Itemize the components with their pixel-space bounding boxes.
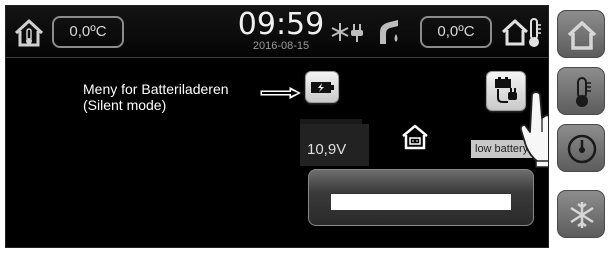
sidebar-item-home[interactable] — [557, 10, 605, 58]
battery-charging-icon — [311, 82, 334, 93]
sidebar-item-cooling[interactable] — [557, 190, 605, 238]
sidebar-item-temperature[interactable] — [557, 67, 605, 115]
battery-voltage: 10,9V — [300, 124, 369, 166]
annotation-arrow-icon — [259, 85, 304, 105]
home-icon — [567, 21, 597, 50]
right-sidebar — [552, 0, 611, 253]
screen-frame: 0,0ºC 09:59 2016-08-15 0,0ºC Meny for Ba… — [5, 5, 549, 248]
outdoor-temperature-display[interactable]: 0,0ºC — [420, 16, 492, 48]
date: 2016-08-15 — [252, 40, 310, 52]
outdoor-temperature-icon[interactable] — [500, 15, 544, 49]
annotation-label: Meny for Batteriladeren (Silent mode) — [83, 81, 229, 113]
clock: 09:59 — [237, 7, 325, 42]
thermometer-icon — [576, 77, 591, 107]
sidebar-item-gauge[interactable] — [557, 124, 605, 172]
water-tap-icon — [374, 16, 404, 48]
battery-level-frame — [308, 169, 534, 226]
annotation-line-1: Meny for Batteriladeren — [83, 81, 229, 97]
top-bar: 0,0ºC 09:59 2016-08-15 0,0ºC — [6, 6, 548, 58]
gauge-icon — [567, 134, 597, 164]
indoor-temperature-display[interactable]: 0,0ºC — [52, 16, 124, 48]
snowflake-icon — [570, 202, 594, 228]
snowflake-plug-icon — [330, 18, 366, 46]
house-battery-icon — [401, 124, 429, 150]
battery-charger-menu-button[interactable] — [305, 71, 339, 103]
annotation-line-2: (Silent mode) — [83, 97, 167, 113]
battery-level-bar — [330, 193, 512, 211]
indoor-temperature-icon[interactable] — [12, 15, 46, 49]
pointing-hand-icon — [518, 88, 548, 173]
